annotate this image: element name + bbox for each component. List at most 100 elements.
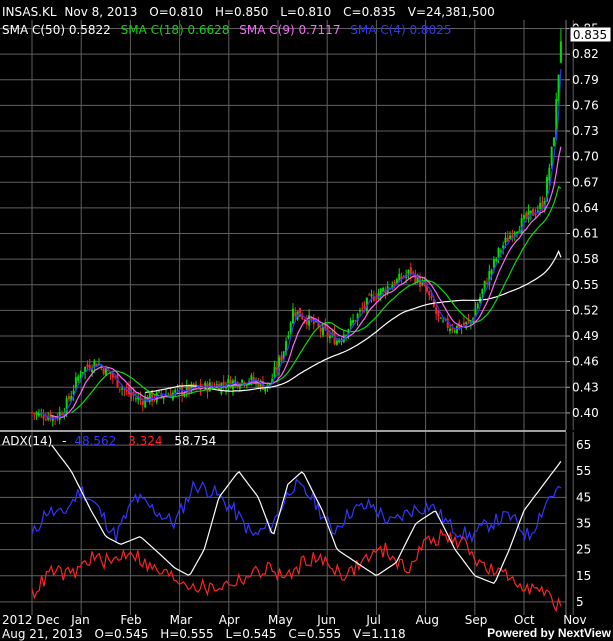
candle-body <box>301 316 304 320</box>
x-tick-label: Jun <box>316 613 336 627</box>
candle-body <box>453 330 456 332</box>
candle-body <box>550 146 553 166</box>
symbol: INSAS.KL <box>2 5 57 19</box>
candle-body <box>31 412 33 414</box>
quote-date: Nov 8, 2013 <box>64 5 137 19</box>
x-tick-label: Nov <box>563 613 586 627</box>
price-ytick-label: 0.76 <box>572 98 599 112</box>
candle-body <box>134 398 137 400</box>
candle-body <box>33 412 36 414</box>
candle-body <box>102 367 105 374</box>
candle-body <box>525 212 528 219</box>
volume-value: V=24,381,500 <box>408 5 495 19</box>
candle-body <box>439 317 442 319</box>
x-tick-label: Oct <box>514 613 535 627</box>
candle-body <box>298 307 301 318</box>
candle-body <box>449 328 452 331</box>
candle-body <box>121 388 124 390</box>
x-tick-label: 2012 Dec <box>2 613 60 627</box>
candle-body <box>363 306 366 308</box>
brand-name: NextView <box>557 626 611 640</box>
candle-body <box>349 320 352 327</box>
x-tick-label: Mar <box>170 613 193 627</box>
candle-body <box>273 367 276 377</box>
adx-ytick-label: 15 <box>576 569 591 583</box>
adx-ytick-label: 25 <box>576 543 591 557</box>
powered-by-text: Powered by <box>487 626 555 640</box>
candle-body <box>361 308 364 310</box>
ohlc-header: INSAS.KL Nov 8, 2013 O=0.810 H=0.850 L=0… <box>2 5 495 19</box>
high-value: H=0.850 <box>215 5 268 19</box>
price-ytick-label: 0.55 <box>572 278 599 292</box>
candle-body <box>42 415 45 419</box>
candle-body <box>81 372 84 374</box>
candle-body <box>250 375 253 381</box>
candle-body <box>141 400 144 405</box>
adx-legend: ADX(14) - 48.562 3.324 58.754 <box>2 434 216 448</box>
candle-body <box>294 312 297 317</box>
open-value: O=0.810 <box>149 5 203 19</box>
footer-date: Aug 21, 2013 <box>2 627 83 641</box>
sma4-legend: SMA C(4) 0.8025 <box>350 23 451 37</box>
candle-body <box>375 298 378 300</box>
candle-body <box>539 203 542 209</box>
candle-body <box>291 308 294 324</box>
candle-body <box>144 397 147 408</box>
price-ytick-label: 0.52 <box>572 303 599 317</box>
candle-body <box>328 335 331 339</box>
candle-body <box>465 321 468 325</box>
adx-title: ADX(14) <box>2 434 52 448</box>
x-tick-label: May <box>268 613 293 627</box>
candle-body <box>504 237 507 243</box>
candle-body <box>67 396 70 400</box>
candle-body <box>275 367 278 370</box>
price-ytick-label: 0.58 <box>572 252 599 266</box>
candle-body <box>559 41 562 63</box>
close-value: C=0.835 <box>343 5 396 19</box>
candle-body <box>289 322 292 333</box>
candle-body <box>322 326 325 336</box>
adx-ytick-label: 55 <box>576 464 591 478</box>
candle-body <box>509 235 512 239</box>
price-ytick-label: 0.67 <box>572 175 599 189</box>
candle-body <box>522 215 525 220</box>
candle-body <box>462 322 465 326</box>
candle-body <box>44 419 47 421</box>
x-tick-label: Jan <box>70 613 90 627</box>
price-ytick-label: 0.40 <box>572 406 599 420</box>
nextview-brand[interactable]: Powered by NextView <box>487 626 611 640</box>
adx-ytick-label: 5 <box>576 595 584 609</box>
candle-body <box>499 250 502 252</box>
adx-ytick-label: 65 <box>576 438 591 452</box>
candle-body <box>79 375 82 378</box>
candle-body <box>506 237 509 242</box>
sma9-legend: SMA C(9) 0.7117 <box>239 23 340 37</box>
x-tick-label: Sep <box>465 613 488 627</box>
candle-body <box>476 303 479 309</box>
candle-body <box>532 208 535 216</box>
x-tick-label: Feb <box>120 613 141 627</box>
candle-body <box>552 137 555 147</box>
candle-body <box>407 269 410 274</box>
x-tick-label: Jul <box>365 613 380 627</box>
last-price-box: 0.835 <box>569 26 612 43</box>
minus-di-value: 3.324 <box>128 434 162 448</box>
price-ytick-label: 0.82 <box>572 47 599 61</box>
candle-body <box>174 389 177 393</box>
candle-body <box>442 320 445 322</box>
price-ytick-label: 0.79 <box>572 73 599 87</box>
adx-ytick-label: 35 <box>576 517 591 531</box>
candle-body <box>93 360 96 368</box>
candle-body <box>61 413 64 415</box>
candle-body <box>178 387 181 389</box>
candle-body <box>368 294 371 296</box>
sma50-legend: SMA C(50) 0.5822 <box>2 23 111 37</box>
candle-body <box>485 282 488 284</box>
candle-body <box>222 381 225 385</box>
sma18-legend: SMA C(18) 0.6628 <box>121 23 230 37</box>
price-ytick-label: 0.70 <box>572 150 599 164</box>
price-ytick-label: 0.43 <box>572 380 599 394</box>
last-price-label: 0.835 <box>573 28 607 42</box>
candle-body <box>148 392 151 403</box>
x-tick-label: Apr <box>219 613 240 627</box>
